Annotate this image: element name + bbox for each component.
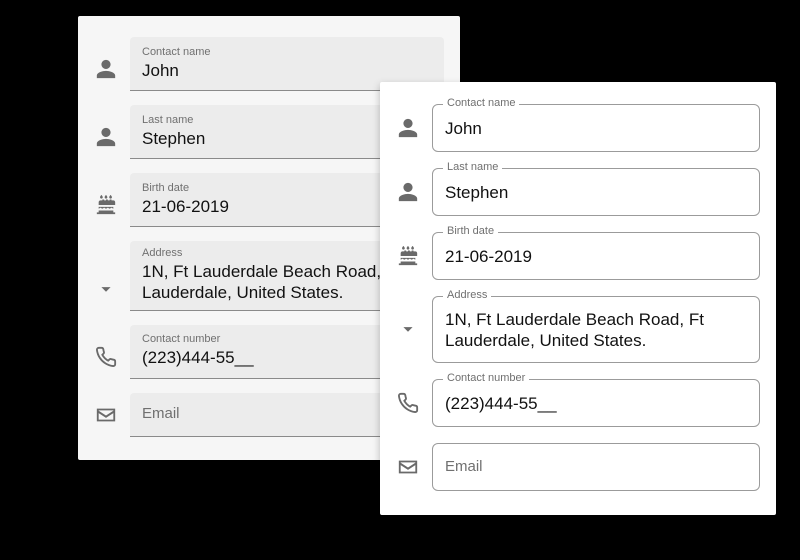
contact-name-row: Contact name John (396, 96, 760, 160)
contact-form-outlined: Contact name John Last name Stephen Birt… (380, 82, 776, 515)
last-name-label: Last name (443, 161, 502, 173)
contact-number-label: Contact number (443, 372, 529, 384)
birth-date-label: Birth date (443, 225, 498, 237)
email-field[interactable]: Email (432, 443, 760, 491)
person-icon (396, 116, 420, 140)
address-label: Address (443, 289, 491, 301)
contact-number-field[interactable]: Contact number (223)444-55__ (432, 379, 760, 427)
person-icon (94, 57, 118, 81)
contact-name-value: John (445, 118, 747, 139)
birth-date-value: 21-06-2019 (445, 246, 747, 267)
person-icon (396, 180, 420, 204)
email-placeholder: Email (445, 458, 747, 477)
last-name-field[interactable]: Last name Stephen (432, 168, 760, 216)
cake-icon (94, 193, 118, 217)
address-value: 1N, Ft Lauderdale Beach Road, Ft Lauderd… (445, 309, 747, 352)
birth-date-field[interactable]: Birth date 21-06-2019 (432, 232, 760, 280)
contact-number-value: (223)444-55__ (445, 393, 747, 414)
contact-name-label: Contact name (443, 97, 519, 109)
chevron-down-icon[interactable] (94, 277, 118, 301)
cake-icon (396, 244, 420, 268)
phone-icon (94, 345, 118, 369)
last-name-value: Stephen (445, 182, 747, 203)
mail-icon (94, 403, 118, 427)
birth-date-row: Birth date 21-06-2019 (396, 224, 760, 288)
phone-icon (396, 391, 420, 415)
contact-name-value: John (142, 60, 432, 81)
mail-icon (396, 455, 420, 479)
contact-name-field[interactable]: Contact name John (432, 104, 760, 152)
contact-number-row: Contact number (223)444-55__ (396, 371, 760, 435)
person-icon (94, 125, 118, 149)
email-row: Email (396, 435, 760, 499)
chevron-down-icon[interactable] (396, 317, 420, 341)
address-row: Address 1N, Ft Lauderdale Beach Road, Ft… (396, 288, 760, 371)
last-name-row: Last name Stephen (396, 160, 760, 224)
address-field[interactable]: Address 1N, Ft Lauderdale Beach Road, Ft… (432, 296, 760, 363)
contact-name-label: Contact name (142, 46, 432, 58)
